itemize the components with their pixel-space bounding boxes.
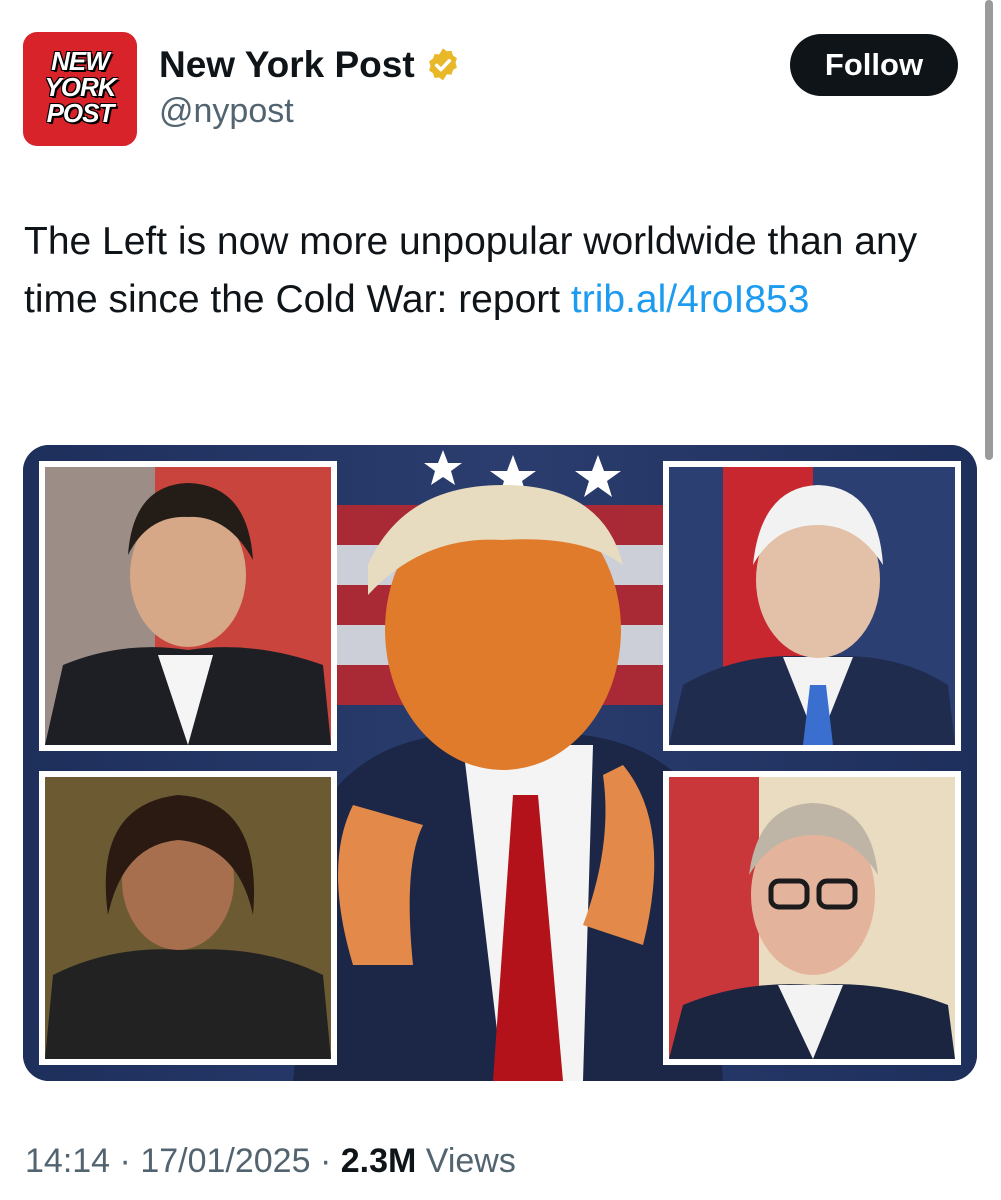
avatar[interactable]: NEW YORK POST — [23, 32, 137, 146]
follow-button[interactable]: Follow — [790, 34, 958, 96]
bottom-right-portrait — [663, 771, 961, 1065]
top-left-portrait — [39, 461, 337, 751]
views-count[interactable]: 2.3M — [341, 1142, 417, 1180]
tweet-link[interactable]: trib.al/​4roI853 — [571, 278, 809, 321]
meta-separator: · — [319, 1142, 332, 1180]
account-handle[interactable]: @nypost — [159, 92, 294, 131]
top-right-portrait — [663, 461, 961, 751]
tweet-time[interactable]: 14:14 — [25, 1142, 110, 1180]
tweet-media[interactable] — [23, 445, 977, 1081]
tweet-date[interactable]: 17/01/2025 — [140, 1142, 310, 1180]
tweet-text: The Left is now more unpopular worldwide… — [24, 213, 969, 329]
scrollbar-thumb[interactable] — [985, 0, 993, 460]
avatar-logo: NEW YORK POST — [44, 46, 116, 128]
account-name[interactable]: New York Post — [159, 44, 415, 86]
meta-separator: · — [119, 1142, 131, 1180]
scrollbar[interactable] — [985, 0, 993, 460]
tweet-meta: 14:14 · 17/01/2025 · 2.3M Views — [25, 1142, 516, 1181]
bottom-left-portrait — [39, 771, 337, 1065]
media-collage — [23, 445, 977, 1081]
verified-badge-icon — [429, 48, 457, 81]
views-label: Views — [425, 1142, 516, 1180]
